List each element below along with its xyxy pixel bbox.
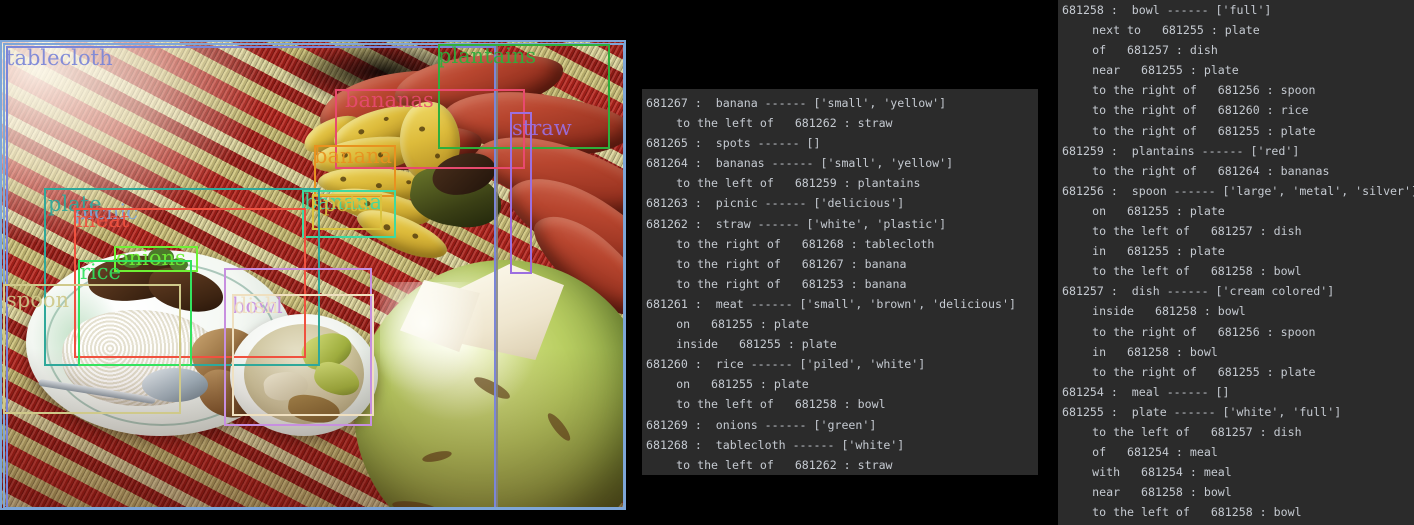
object-line: 681260 : rice ------ ['piled', 'white']: [646, 357, 926, 372]
object-line: 681258 : bowl ------ ['full']: [1062, 3, 1272, 17]
relation-line: in 681258 : bowl: [1092, 344, 1218, 359]
relationship-list-panel-right[interactable]: 681258 : bowl ------ ['full'] next to 681…: [1058, 0, 1414, 525]
object-line: 681264 : bananas ------ ['small', 'yello…: [646, 156, 954, 171]
relation-line: to the left of 681262 : straw: [676, 457, 893, 472]
relation-line: to the right of 681267 : banana: [676, 256, 907, 271]
bbox-label-bananas: bananas: [345, 88, 434, 112]
relation-line: to the right of 681256 : spoon: [1092, 324, 1316, 339]
bbox-label-straw: straw: [512, 116, 572, 140]
bbox-label-banana: banana: [314, 144, 393, 168]
relation-line: on 681255 : plate: [1092, 203, 1225, 218]
relation-line: to the left of 681258 : bowl: [1092, 264, 1302, 279]
relation-line: near 681255 : plate: [1092, 63, 1239, 78]
bbox-label-spoon: spoon: [6, 288, 70, 312]
relation-line: to the left of 681258 : bowl: [1092, 505, 1302, 520]
relation-line: on 681255 : plate: [676, 377, 809, 392]
object-line: 681268 : tablecloth ------ ['white']: [646, 437, 905, 452]
object-line: 681255 : plate ------ ['white', 'full']: [1062, 404, 1342, 419]
bbox-label-spots: spots: [312, 192, 369, 216]
relation-line: to the left of 681262 : straw: [676, 116, 893, 131]
relation-line: to the left of 681257 : dish: [1092, 424, 1302, 439]
object-line: 681261 : meat ------ ['small', 'brown', …: [646, 296, 1016, 311]
relation-line: on 681255 : plate: [676, 317, 809, 332]
relation-line: to the left of 681259 : plantains: [676, 176, 921, 191]
relation-line: to the right of 681255 : plate: [1092, 364, 1316, 379]
object-line: 681267 : banana ------ ['small', 'yellow…: [646, 96, 947, 110]
relation-line: to the left of 681257 : dish: [1092, 224, 1302, 239]
object-line: 681262 : straw ------ ['white', 'plastic…: [646, 216, 947, 231]
relation-line: in 681255 : plate: [1092, 244, 1225, 259]
object-line: 681257 : dish ------ ['cream colored']: [1062, 284, 1335, 299]
object-line: 681269 : onions ------ ['green']: [646, 417, 877, 432]
relationship-list-panel-middle[interactable]: 681267 : banana ------ ['small', 'yellow…: [642, 89, 1038, 475]
relation-line: inside 681258 : bowl: [1092, 304, 1246, 319]
relation-line: of 681257 : dish: [1092, 43, 1218, 58]
relation-line: to the right of 681264 : bananas: [1092, 163, 1330, 178]
relation-line: near 681258 : bowl: [1092, 485, 1232, 500]
relation-line: to the right of 681253 : banana: [676, 276, 907, 291]
relation-line: to the right of 681255 : plate: [1092, 123, 1316, 138]
object-line: 681265 : spots ------ []: [646, 136, 821, 151]
object-line: 681254 : meal ------ []: [1062, 384, 1230, 399]
relation-line: inside 681255 : plate: [676, 337, 837, 352]
object-line: 681259 : plantains ------ ['red']: [1062, 143, 1300, 158]
relation-line: with 681254 : meal: [1092, 465, 1232, 480]
bbox-label-meat: meat: [76, 208, 130, 232]
bbox-label-rice: rice: [80, 260, 121, 284]
annotated-image-panel[interactable]: tablecloth picnic plantains bananas banana ba…: [0, 40, 626, 510]
bbox-label-dish: dish: [234, 294, 279, 318]
relation-line: of 681254 : meal: [1092, 445, 1218, 460]
relation-line: to the left of 681258 : bowl: [676, 397, 886, 412]
object-line: 681256 : spoon ------ ['large', 'metal',…: [1062, 183, 1414, 198]
relation-line: to the right of 681256 : spoon: [1092, 83, 1316, 98]
bbox-label-plantains: plantains: [438, 44, 537, 68]
relation-line: to the right of 681260 : rice: [1092, 103, 1309, 118]
relation-line: to the right of 681268 : tablecloth: [676, 236, 935, 251]
image-frame-border: tablecloth picnic plantains bananas banana ba…: [0, 40, 626, 510]
object-line: 681263 : picnic ------ ['delicious']: [646, 196, 905, 211]
relation-line: next to 681255 : plate: [1092, 23, 1260, 38]
photo-content: tablecloth picnic plantains bananas banana ba…: [2, 42, 624, 508]
